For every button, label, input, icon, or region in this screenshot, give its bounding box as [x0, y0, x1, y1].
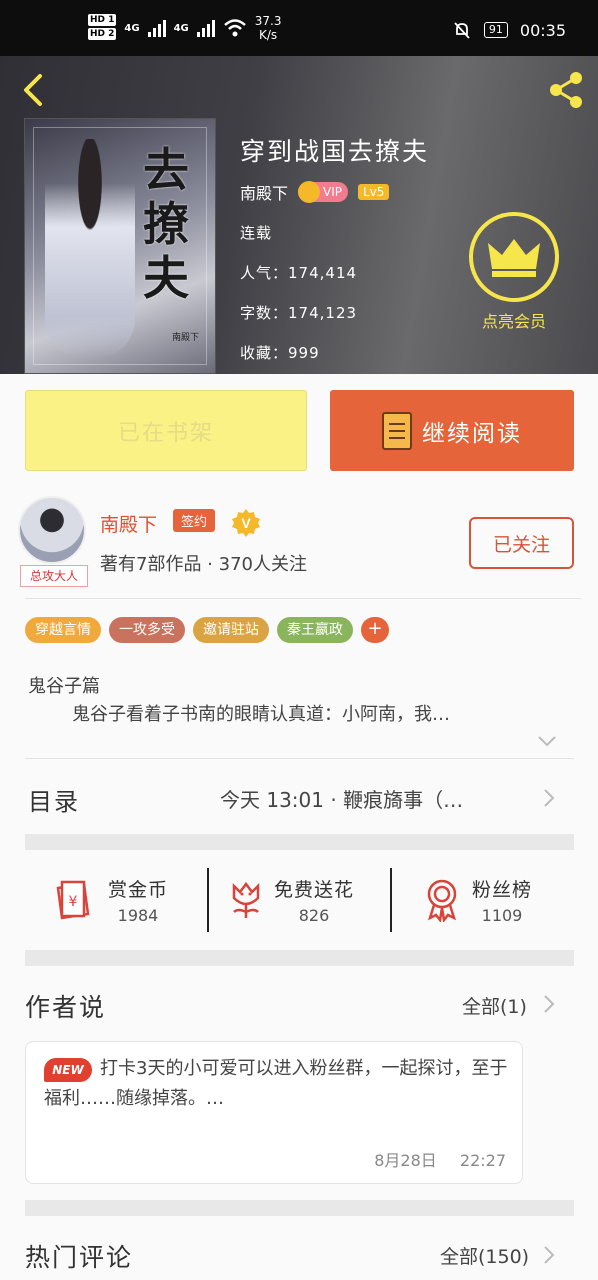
vip-label: VIP	[323, 185, 342, 199]
stat-divider	[207, 868, 209, 932]
avatar-caption: 总攻大人	[20, 565, 88, 587]
stat-divider	[390, 868, 392, 932]
divider	[25, 598, 581, 599]
signal2-icon	[196, 19, 215, 37]
hd1-label: HD 1	[88, 14, 117, 26]
section-separator	[25, 1200, 574, 1216]
stat-value: 1984	[117, 906, 159, 925]
book-header: 去撩夫 南殿下 穿到战国去撩夫 南殿下 VIP Lv5 连载 人气：174,41…	[0, 56, 598, 374]
summary-title: 鬼谷子篇	[28, 676, 100, 697]
signed-badge: 签约	[173, 509, 216, 532]
mute-bell-icon	[454, 22, 470, 39]
read-label: 继续阅读	[422, 420, 522, 447]
cover-title: 去撩夫	[143, 143, 189, 305]
stat-value: 826	[298, 906, 330, 925]
stat-label: 免费送花	[274, 879, 355, 901]
clock: 00:35	[519, 20, 566, 40]
continue-reading-button[interactable]: 继续阅读	[330, 390, 574, 471]
book-cover[interactable]: 去撩夫 南殿下	[24, 118, 216, 374]
chevron-down-icon[interactable]	[537, 734, 557, 748]
tag-chip[interactable]: 穿越言情	[25, 617, 101, 643]
tag-chip[interactable]: 秦王嬴政	[277, 617, 353, 643]
status-left: HD 1 HD 2 4G 4G 37.3 K/s	[88, 14, 281, 42]
chevron-right-icon[interactable]	[543, 788, 555, 808]
hd-indicator: HD 1 HD 2	[88, 14, 117, 42]
author-says-title: 作者说	[25, 993, 107, 1022]
stat-label: 赏金币	[108, 879, 169, 901]
note-date: 8月28日	[374, 1151, 437, 1170]
shelf-label: 已在书架	[117, 420, 214, 446]
medal-icon	[427, 879, 457, 922]
section-separator	[25, 834, 574, 850]
vip-badge: VIP	[298, 181, 348, 203]
wifi-icon	[223, 19, 246, 37]
flower-icon	[232, 881, 260, 918]
book-title: 穿到战国去撩夫	[240, 137, 430, 166]
stat-value: 1109	[481, 906, 523, 925]
author-name[interactable]: 南殿下	[100, 510, 157, 537]
author-note-text: 打卡3天的小可爱可以进入粉丝群，一起探讨，至于福利……随缘掉落。…	[44, 1058, 508, 1109]
share-icon[interactable]	[544, 68, 588, 112]
new-badge: NEW	[44, 1058, 92, 1082]
net2-label: 4G	[173, 22, 189, 34]
avatar[interactable]	[18, 496, 86, 564]
member-button[interactable]: 点亮会员	[468, 212, 560, 332]
verified-v-icon: V	[232, 509, 260, 537]
book-status: 连载	[240, 224, 273, 242]
hd2-label: HD 2	[88, 28, 117, 40]
member-label: 点亮会员	[481, 312, 546, 331]
red-envelope-icon: ¥	[56, 880, 90, 920]
author-note-time: 8月28日 22:27	[374, 1147, 506, 1171]
book-popularity: 人气：174,414	[240, 264, 358, 282]
crown-icon	[469, 212, 559, 302]
toc-latest-chapter[interactable]: 今天 13:01 · 鞭痕旖事（…	[220, 784, 463, 813]
note-clock: 22:27	[459, 1151, 506, 1170]
cover-author: 南殿下	[171, 333, 199, 343]
follow-button[interactable]: 已关注	[469, 517, 574, 569]
toc-label[interactable]: 目录	[28, 782, 80, 817]
follow-label: 已关注	[492, 533, 550, 556]
cover-figure	[45, 139, 135, 359]
author-says-all-link[interactable]: 全部(1)	[462, 992, 527, 1019]
net1-label: 4G	[124, 22, 140, 34]
status-right: 91 00:35	[452, 20, 566, 40]
back-arrow-icon[interactable]	[16, 70, 56, 110]
hot-comments-all-link[interactable]: 全部(150)	[440, 1242, 529, 1269]
book-word-count: 字数：174,123	[240, 304, 358, 322]
divider	[25, 758, 574, 759]
crown-small-icon	[298, 181, 321, 203]
tip-coins-button[interactable]: ¥ 赏金币 1984	[54, 870, 168, 930]
author-note-card[interactable]: 打卡3天的小可爱可以进入粉丝群，一起探讨，至于福利……随缘掉落。… NEW 8月…	[25, 1041, 523, 1184]
chevron-right-icon[interactable]	[543, 994, 555, 1014]
speed-value: 37.3	[254, 14, 282, 28]
book-author[interactable]: 南殿下	[240, 180, 288, 204]
author-row: 南殿下 VIP Lv5	[240, 180, 390, 204]
signal-icon	[147, 19, 166, 37]
stat-label: 粉丝榜	[472, 879, 533, 901]
v-badge-text: V	[241, 515, 251, 531]
on-shelf-button[interactable]: 已在书架	[25, 390, 307, 471]
section-separator	[25, 950, 574, 966]
tag-chip[interactable]: 邀请驻站	[193, 617, 269, 643]
author-stats: 著有7部作品 · 370人关注	[100, 554, 307, 575]
speed-unit: K/s	[259, 28, 278, 42]
svg-text:¥: ¥	[69, 894, 78, 910]
status-bar: HD 1 HD 2 4G 4G 37.3 K/s 91 00:35	[0, 0, 598, 56]
hot-comments-title: 热门评论	[25, 1243, 134, 1272]
tag-list: 穿越言情 一攻多受 邀请驻站 秦王嬴政 +	[25, 617, 389, 643]
battery-icon: 91	[483, 22, 508, 38]
tag-chip[interactable]: 一攻多受	[109, 617, 185, 643]
send-flowers-button[interactable]: 免费送花 826	[228, 870, 354, 930]
level-badge: Lv5	[358, 184, 390, 200]
fan-ranking-button[interactable]: 粉丝榜 1109	[422, 870, 532, 930]
book-icon	[382, 411, 412, 450]
book-favorites: 收藏：999	[240, 344, 320, 362]
net-speed: 37.3 K/s	[255, 14, 282, 42]
chevron-right-icon[interactable]	[543, 1245, 555, 1265]
summary-text[interactable]: 鬼谷子看着子书南的眼睛认真道：小阿南，我…	[72, 700, 552, 726]
more-tags-button[interactable]: +	[361, 617, 389, 643]
